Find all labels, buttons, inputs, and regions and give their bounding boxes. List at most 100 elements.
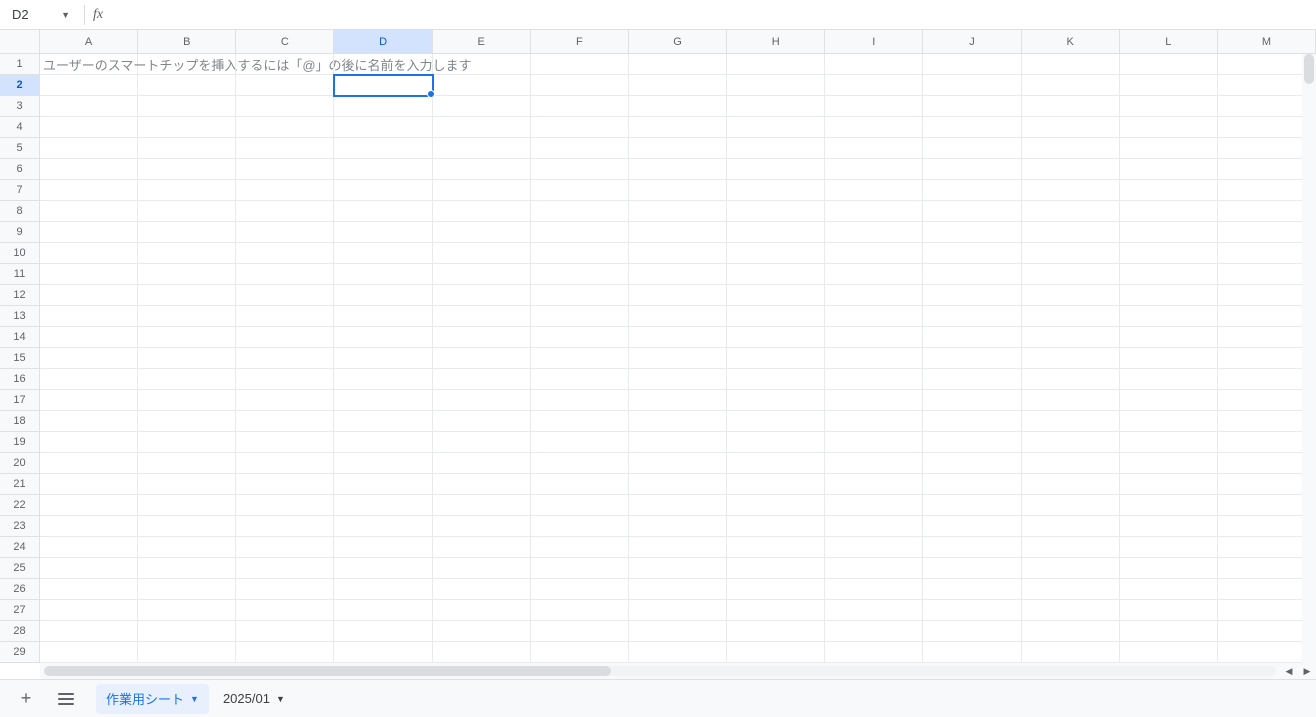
cell-A27[interactable] (40, 600, 138, 621)
cell-F4[interactable] (531, 117, 629, 138)
cell-F3[interactable] (531, 96, 629, 117)
cell-I29[interactable] (825, 642, 923, 663)
cell-G3[interactable] (629, 96, 727, 117)
cell-B15[interactable] (138, 348, 236, 369)
cell-E16[interactable] (433, 369, 531, 390)
cell-B13[interactable] (138, 306, 236, 327)
cell-L13[interactable] (1120, 306, 1218, 327)
row-header-10[interactable]: 10 (0, 243, 39, 264)
row-header-29[interactable]: 29 (0, 642, 39, 663)
cell-G1[interactable] (629, 54, 727, 75)
cell-K20[interactable] (1022, 453, 1120, 474)
cell-L4[interactable] (1120, 117, 1218, 138)
cell-J19[interactable] (923, 432, 1021, 453)
cell-K24[interactable] (1022, 537, 1120, 558)
cell-C9[interactable] (236, 222, 334, 243)
cell-K23[interactable] (1022, 516, 1120, 537)
name-box[interactable]: D2 ▼ (6, 4, 76, 26)
row-header-22[interactable]: 22 (0, 495, 39, 516)
cell-A16[interactable] (40, 369, 138, 390)
cell-J10[interactable] (923, 243, 1021, 264)
cell-E18[interactable] (433, 411, 531, 432)
cell-L1[interactable] (1120, 54, 1218, 75)
cell-K9[interactable] (1022, 222, 1120, 243)
cell-H26[interactable] (727, 579, 825, 600)
cell-I22[interactable] (825, 495, 923, 516)
column-header-M[interactable]: M (1218, 30, 1316, 54)
cell-D24[interactable] (334, 537, 432, 558)
column-header-G[interactable]: G (629, 30, 727, 54)
cell-G13[interactable] (629, 306, 727, 327)
cell-D2[interactable] (334, 75, 432, 96)
cell-B16[interactable] (138, 369, 236, 390)
cell-C10[interactable] (236, 243, 334, 264)
cell-J18[interactable] (923, 411, 1021, 432)
cell-H29[interactable] (727, 642, 825, 663)
cell-D14[interactable] (334, 327, 432, 348)
cell-I24[interactable] (825, 537, 923, 558)
cell-D5[interactable] (334, 138, 432, 159)
cell-C5[interactable] (236, 138, 334, 159)
cell-L9[interactable] (1120, 222, 1218, 243)
row-header-23[interactable]: 23 (0, 516, 39, 537)
cell-A23[interactable] (40, 516, 138, 537)
cell-G29[interactable] (629, 642, 727, 663)
cell-L11[interactable] (1120, 264, 1218, 285)
cell-L2[interactable] (1120, 75, 1218, 96)
cell-B22[interactable] (138, 495, 236, 516)
cell-L20[interactable] (1120, 453, 1218, 474)
cell-H15[interactable] (727, 348, 825, 369)
cell-B27[interactable] (138, 600, 236, 621)
cell-J12[interactable] (923, 285, 1021, 306)
cell-H4[interactable] (727, 117, 825, 138)
cell-I27[interactable] (825, 600, 923, 621)
cell-C8[interactable] (236, 201, 334, 222)
row-header-11[interactable]: 11 (0, 264, 39, 285)
cell-A29[interactable] (40, 642, 138, 663)
row-header-2[interactable]: 2 (0, 75, 39, 96)
cell-F2[interactable] (531, 75, 629, 96)
column-header-H[interactable]: H (727, 30, 825, 54)
cell-E21[interactable] (433, 474, 531, 495)
cell-G28[interactable] (629, 621, 727, 642)
cell-K19[interactable] (1022, 432, 1120, 453)
cell-A4[interactable] (40, 117, 138, 138)
cell-C20[interactable] (236, 453, 334, 474)
column-header-A[interactable]: A (40, 30, 138, 54)
cell-H19[interactable] (727, 432, 825, 453)
cell-C27[interactable] (236, 600, 334, 621)
cell-I6[interactable] (825, 159, 923, 180)
cell-A17[interactable] (40, 390, 138, 411)
cell-I1[interactable] (825, 54, 923, 75)
row-header-8[interactable]: 8 (0, 201, 39, 222)
cell-B5[interactable] (138, 138, 236, 159)
row-header-24[interactable]: 24 (0, 537, 39, 558)
add-sheet-button[interactable]: + (12, 685, 40, 713)
cell-A7[interactable] (40, 180, 138, 201)
cell-A20[interactable] (40, 453, 138, 474)
cell-I14[interactable] (825, 327, 923, 348)
cell-J26[interactable] (923, 579, 1021, 600)
cell-H6[interactable] (727, 159, 825, 180)
cell-D6[interactable] (334, 159, 432, 180)
cell-K12[interactable] (1022, 285, 1120, 306)
cell-D28[interactable] (334, 621, 432, 642)
cell-J15[interactable] (923, 348, 1021, 369)
cell-I20[interactable] (825, 453, 923, 474)
cell-I16[interactable] (825, 369, 923, 390)
cell-I9[interactable] (825, 222, 923, 243)
cell-I25[interactable] (825, 558, 923, 579)
cell-A3[interactable] (40, 96, 138, 117)
cell-D21[interactable] (334, 474, 432, 495)
cell-J5[interactable] (923, 138, 1021, 159)
cell-C3[interactable] (236, 96, 334, 117)
cell-C11[interactable] (236, 264, 334, 285)
cell-A24[interactable] (40, 537, 138, 558)
cell-E7[interactable] (433, 180, 531, 201)
cell-K29[interactable] (1022, 642, 1120, 663)
cell-K8[interactable] (1022, 201, 1120, 222)
cell-H16[interactable] (727, 369, 825, 390)
cell-H9[interactable] (727, 222, 825, 243)
cell-J3[interactable] (923, 96, 1021, 117)
cell-G19[interactable] (629, 432, 727, 453)
